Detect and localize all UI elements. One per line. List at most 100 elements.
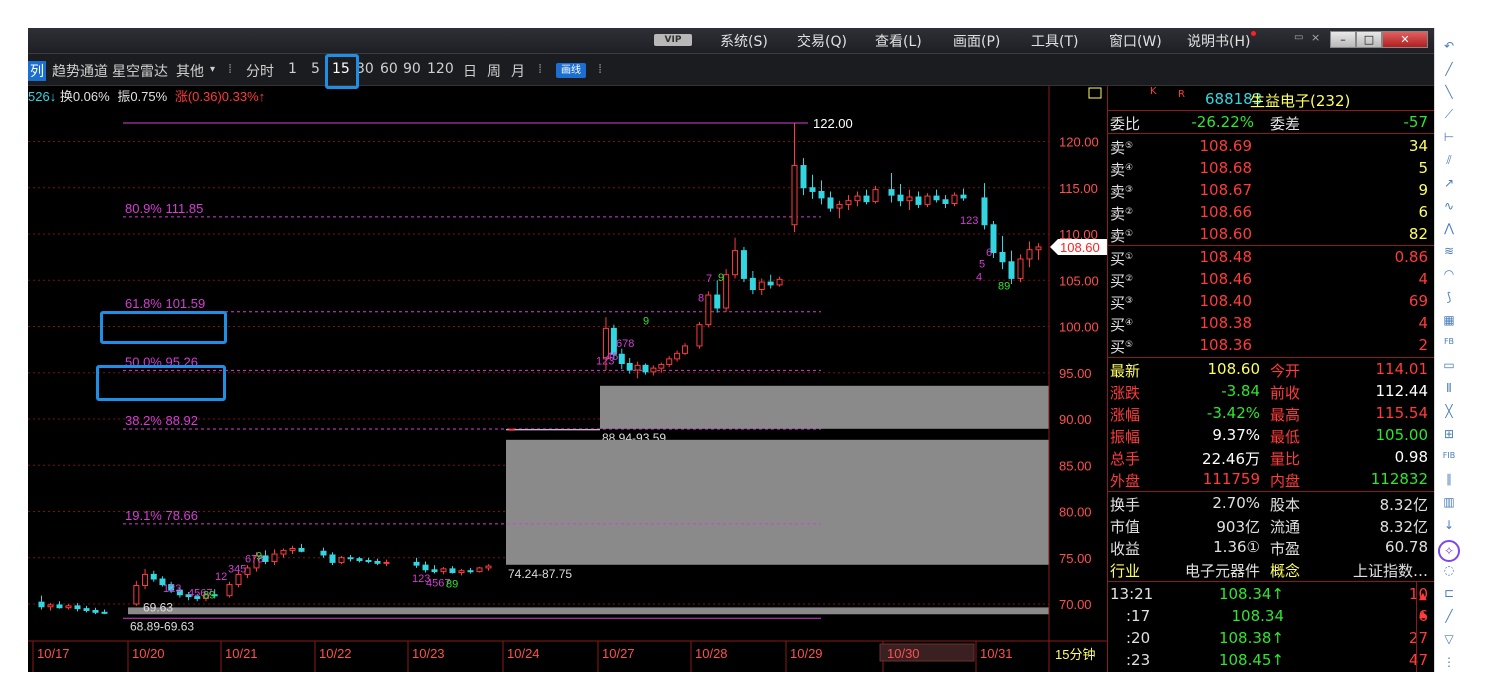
text-icon[interactable]: ▭ xyxy=(1441,357,1457,373)
menu-system[interactable]: 系统(S) xyxy=(720,31,768,51)
wave-icon[interactable]: ∿ xyxy=(1441,198,1457,214)
draw-line-button[interactable]: 画线 xyxy=(556,63,586,78)
delete-icon[interactable]: ↓ xyxy=(1441,517,1457,533)
x-tick-label: 10/24 xyxy=(507,646,540,661)
maximize-button[interactable]: □ xyxy=(1356,31,1382,48)
gap-label: 68.89-69.63 xyxy=(130,619,194,633)
stat-value: 1.36① xyxy=(1213,538,1260,556)
scroll-up-icon[interactable]: ▲ xyxy=(1419,591,1427,602)
close-button[interactable]: ✕ xyxy=(1382,31,1428,48)
td-count-label: 89 xyxy=(203,589,215,601)
scroll-down-icon[interactable]: ▲ xyxy=(1419,609,1427,620)
bid-price[interactable]: 108.36 xyxy=(1200,336,1253,354)
measure-icon[interactable]: Ⅱ xyxy=(1441,380,1457,396)
segment-icon[interactable]: ╲ xyxy=(1441,84,1457,100)
ask-price[interactable]: 108.68 xyxy=(1200,159,1253,177)
bid-price[interactable]: 108.40 xyxy=(1200,292,1253,310)
fib-icon[interactable]: FB xyxy=(1441,334,1457,350)
tick-row: :23 108.45↑ 47 xyxy=(1108,649,1434,671)
period-week[interactable]: 周 xyxy=(487,61,501,81)
gann-icon[interactable]: ▽ xyxy=(1441,631,1457,647)
stat-label: 股本 xyxy=(1270,496,1301,514)
period-60min[interactable]: 60 xyxy=(380,61,398,77)
tab-other[interactable]: 其他 xyxy=(176,61,204,81)
menu-trade[interactable]: 交易(Q) xyxy=(797,31,847,51)
x-tick-label: 10/17 xyxy=(37,646,70,661)
fan-icon[interactable]: ⟆ xyxy=(1441,289,1457,305)
grid-icon[interactable]: ⊞ xyxy=(1441,426,1457,442)
parallel-icon[interactable]: ⫽ xyxy=(1441,152,1457,168)
menu-view[interactable]: 查看(L) xyxy=(875,31,922,51)
tab-radar[interactable]: 星空雷达 xyxy=(112,61,168,81)
bid-price[interactable]: 108.48 xyxy=(1200,248,1253,266)
fib-time-icon[interactable]: FIB xyxy=(1441,448,1457,464)
stock-header: K R 688183 生益电子(232) xyxy=(1108,86,1434,111)
spiral-icon[interactable]: ⊏ xyxy=(1441,585,1457,601)
bid-price[interactable]: 108.46 xyxy=(1200,270,1253,288)
candle-body xyxy=(674,352,681,360)
assistant-icon[interactable]: ✧ xyxy=(1438,539,1460,562)
drawing-toolbar: ↶ ╱ ╲ ⟋ ⊢ ⫽ ↗ ∿ ⋀ ≋ ◠ ⟆ ▦ FB ▭ Ⅱ ╳ ⊞ FIB ∥ ▥ ↓ ✧ ◌ ⊏ ╱ ▽ ⋮ xyxy=(1434,28,1462,672)
trend-icon[interactable]: ╳ xyxy=(1441,403,1457,419)
tick-row: :20 108.38↑ 27 xyxy=(1108,627,1434,649)
stat-value[interactable]: 上证指数… xyxy=(1353,560,1428,581)
bid-row: 买 ⑤ 108.36 2 xyxy=(1108,334,1434,356)
bid-index: ③ xyxy=(1125,296,1134,306)
tab-trend-channel[interactable]: 趋势通道 xyxy=(52,61,108,81)
stock-name[interactable]: 生益电子(232) xyxy=(1250,90,1350,111)
minimize-button[interactable]: – xyxy=(1330,31,1356,48)
ask-price[interactable]: 108.67 xyxy=(1200,181,1253,199)
ask-label: 卖 xyxy=(1110,161,1126,179)
candle-body xyxy=(924,195,931,205)
period-icon[interactable]: ▥ xyxy=(1441,494,1457,510)
ask-price[interactable]: 108.66 xyxy=(1200,203,1253,221)
line-icon[interactable]: ╱ xyxy=(1441,61,1457,77)
ray-icon[interactable]: ⟋ xyxy=(1441,106,1457,122)
chevron-down-icon[interactable]: ▾ xyxy=(210,64,215,75)
fib-label: 38.2% 88.92 xyxy=(125,413,198,428)
box-icon[interactable]: ▦ xyxy=(1441,312,1457,328)
menu-window[interactable]: 窗口(W) xyxy=(1109,31,1162,51)
period-month[interactable]: 月 xyxy=(511,61,525,81)
menu-tools[interactable]: 工具(T) xyxy=(1031,31,1078,51)
channel-icon[interactable]: ≋ xyxy=(1441,243,1457,259)
menu-screen[interactable]: 画面(P) xyxy=(953,31,1000,51)
candle-body xyxy=(791,165,798,226)
y-tick-label: 100.00 xyxy=(1059,320,1099,335)
bid-price[interactable]: 108.38 xyxy=(1200,314,1253,332)
close-small-icon[interactable]: × xyxy=(1311,31,1320,44)
period-90min[interactable]: 90 xyxy=(403,61,421,77)
zigzag-icon[interactable]: ⋀ xyxy=(1441,220,1457,236)
arrow-icon[interactable]: ↗ xyxy=(1441,175,1457,191)
hline-icon[interactable]: ⊢ xyxy=(1441,129,1457,145)
period-120min[interactable]: 120 xyxy=(427,61,454,77)
stat-label: 市值 xyxy=(1110,518,1141,536)
undo-icon[interactable]: ↶ xyxy=(1441,38,1457,54)
stat-value: 903亿 xyxy=(1216,518,1260,536)
more-icon[interactable]: ⋮ xyxy=(1441,654,1457,670)
period-5min[interactable]: 5 xyxy=(311,61,320,77)
cycle-icon[interactable]: ◌ xyxy=(1441,562,1457,578)
restore-small-icon[interactable]: ▭ xyxy=(1294,32,1303,43)
tick-price: 108.34↑ xyxy=(1218,585,1284,603)
vip-badge[interactable]: VIP xyxy=(654,34,692,46)
ruler-icon[interactable]: ∥ xyxy=(1441,471,1457,487)
ask-price[interactable]: 108.60 xyxy=(1200,225,1253,243)
arc-icon[interactable]: ◠ xyxy=(1441,266,1457,282)
ask-price[interactable]: 108.69 xyxy=(1200,137,1253,155)
period-timeshare[interactable]: 分时 xyxy=(246,61,274,81)
pitch-icon[interactable]: ╱ xyxy=(1441,608,1457,624)
stat-value: 112832 xyxy=(1370,470,1428,488)
td-count-label: 9 xyxy=(256,551,262,563)
candle-body xyxy=(682,345,689,354)
gap-box xyxy=(600,385,1049,429)
fib-label: 80.9% 111.85 xyxy=(125,201,203,216)
menu-help[interactable]: 说明书(H) xyxy=(1187,31,1250,51)
webi-row: 委比 -26.22% 委差 -57 xyxy=(1108,111,1434,133)
stat-value: 112.44 xyxy=(1375,382,1429,400)
period-day[interactable]: 日 xyxy=(463,61,477,81)
tab-list[interactable]: 列 xyxy=(28,61,46,81)
period-1min[interactable]: 1 xyxy=(288,61,297,77)
flag-r: R xyxy=(1178,89,1185,100)
candle-body xyxy=(280,549,287,555)
